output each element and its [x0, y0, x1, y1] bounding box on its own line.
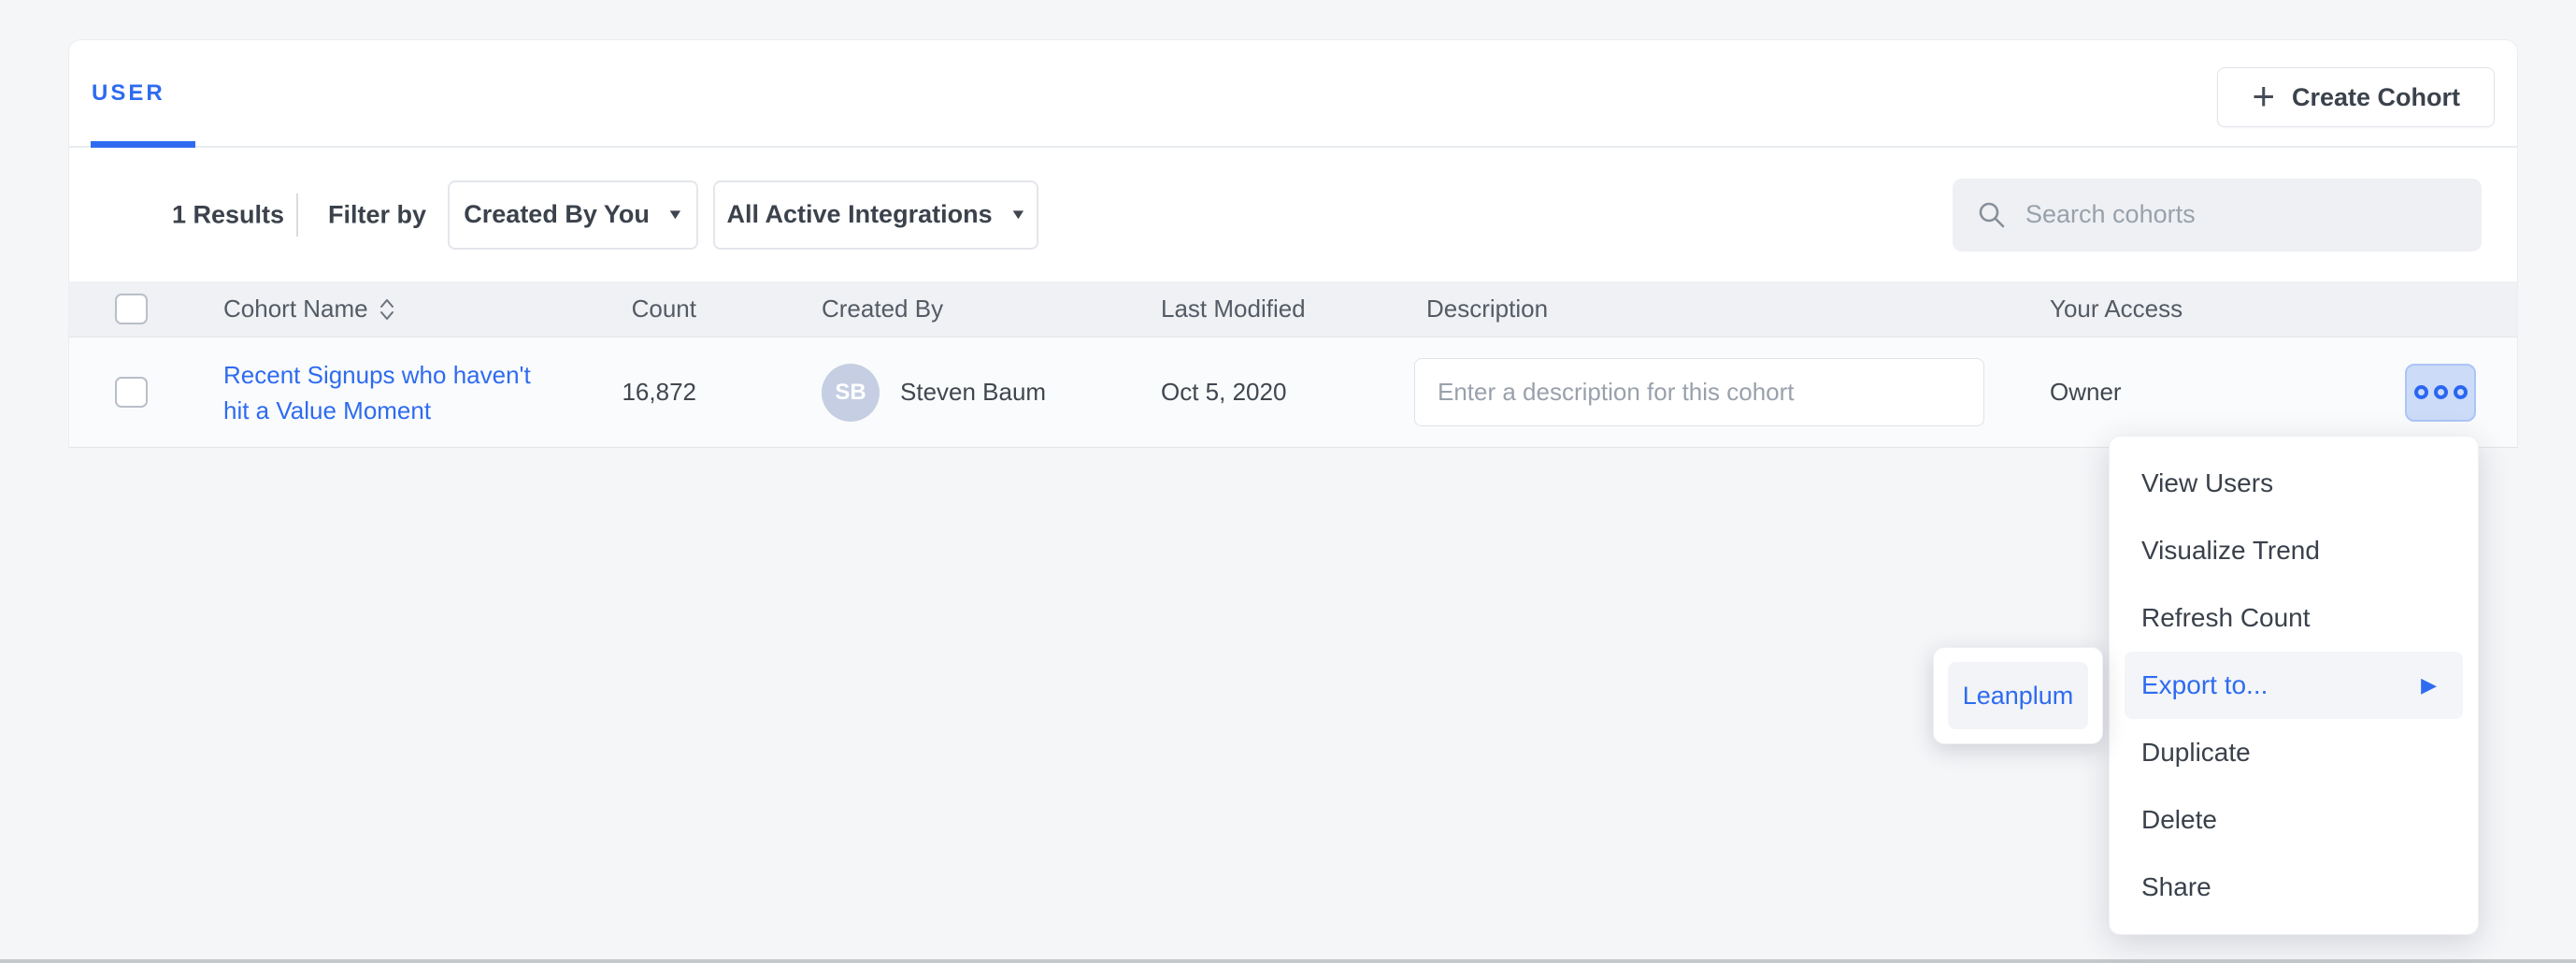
submenu-arrow-icon: ▶ — [2421, 673, 2437, 697]
created-by-cell: SB Steven Baum — [696, 364, 1154, 422]
row-checkbox-cell — [69, 377, 223, 408]
created-by-dropdown[interactable]: Created By You ▼ — [448, 180, 698, 250]
header-last-modified: Last Modified — [1154, 295, 1403, 323]
avatar: SB — [822, 364, 880, 422]
cohorts-page: USER + Create Cohort 1 Results Filter by… — [0, 0, 2576, 963]
creator-name: Steven Baum — [900, 378, 1046, 407]
header-count: Count — [532, 295, 696, 323]
created-by-dropdown-value: Created By You — [464, 200, 650, 229]
integrations-dropdown-value: All Active Integrations — [727, 200, 993, 229]
header-description: Description — [1403, 295, 2048, 323]
cohort-count: 16,872 — [532, 378, 696, 407]
header-created-by: Created By — [696, 295, 1154, 323]
table-row: Recent Signups who haven't hit a Value M… — [69, 338, 2517, 448]
filter-by-label: Filter by — [328, 200, 426, 229]
row-actions-button[interactable] — [2405, 364, 2476, 422]
access-level: Owner — [2048, 378, 2394, 407]
menu-item-duplicate[interactable]: Duplicate — [2125, 719, 2463, 786]
menu-item-share[interactable]: Share — [2125, 854, 2463, 921]
menu-item-view-users[interactable]: View Users — [2125, 450, 2463, 517]
vertical-divider — [296, 194, 298, 237]
chevron-down-icon: ▼ — [666, 207, 684, 223]
integrations-dropdown[interactable]: All Active Integrations ▼ — [713, 180, 1038, 250]
select-all-checkbox[interactable] — [115, 294, 148, 324]
window-bottom-edge — [0, 959, 2576, 963]
create-cohort-button[interactable]: + Create Cohort — [2217, 67, 2495, 127]
filter-bar: 1 Results Filter by Created By You ▼ All… — [69, 148, 2517, 281]
menu-item-delete[interactable]: Delete — [2125, 786, 2463, 854]
sort-icon — [379, 298, 394, 321]
cohorts-card: USER + Create Cohort 1 Results Filter by… — [68, 39, 2518, 448]
tab-user-label: USER — [92, 80, 165, 107]
ellipsis-icon — [2414, 385, 2428, 399]
menu-item-visualize-trend[interactable]: Visualize Trend — [2125, 517, 2463, 584]
submenu-item-leanplum[interactable]: Leanplum — [1948, 662, 2088, 729]
results-count: 1 Results — [172, 200, 284, 229]
actions-cell — [2394, 364, 2519, 422]
tab-bar: USER + Create Cohort — [69, 40, 2517, 148]
header-your-access: Your Access — [2048, 295, 2394, 323]
export-submenu: Leanplum — [1933, 647, 2103, 744]
search-box[interactable] — [1953, 179, 2482, 252]
search-input[interactable] — [2025, 200, 2457, 229]
description-input[interactable] — [1414, 358, 1984, 426]
create-cohort-label: Create Cohort — [2292, 83, 2460, 112]
row-checkbox[interactable] — [115, 377, 148, 408]
description-cell — [1403, 358, 2048, 426]
cohort-name-cell: Recent Signups who haven't hit a Value M… — [223, 357, 532, 428]
table-header-row: Cohort Name Count Created By Last Modifi… — [69, 281, 2517, 338]
row-context-menu: View Users Visualize Trend Refresh Count… — [2109, 436, 2479, 935]
tab-user[interactable]: USER — [92, 40, 165, 146]
header-cohort-name[interactable]: Cohort Name — [223, 295, 532, 323]
menu-item-refresh-count[interactable]: Refresh Count — [2125, 584, 2463, 652]
menu-item-export-to[interactable]: Export to... ▶ — [2125, 652, 2463, 719]
search-icon — [1977, 200, 2007, 230]
active-tab-underline — [91, 141, 195, 148]
last-modified: Oct 5, 2020 — [1154, 378, 1403, 407]
cohort-name-link[interactable]: Recent Signups who haven't hit a Value M… — [223, 361, 531, 424]
header-checkbox-cell — [69, 294, 223, 324]
chevron-down-icon: ▼ — [1009, 207, 1026, 223]
